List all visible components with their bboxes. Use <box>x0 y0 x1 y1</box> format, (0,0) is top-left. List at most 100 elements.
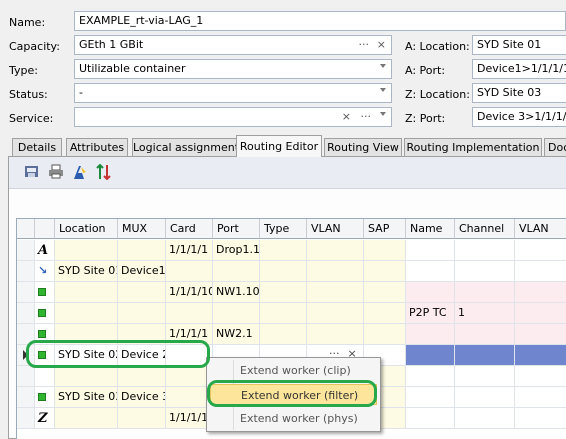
cell-mux[interactable]: Device1 <box>118 261 166 282</box>
cell-channel[interactable] <box>455 282 515 303</box>
tab-logical-assignment[interactable]: Logical assignment <box>132 138 238 156</box>
cell-mux[interactable] <box>118 303 166 324</box>
grid-header-channel[interactable]: Channel <box>455 219 515 239</box>
cell-port[interactable]: Drop1.1 <box>213 240 260 261</box>
cell-location[interactable] <box>55 408 118 429</box>
grid-cell[interactable] <box>364 282 406 303</box>
cell-mux[interactable] <box>118 324 166 345</box>
menu-item-extend-worker-filter[interactable]: Extend worker (filter) <box>210 384 377 405</box>
grid-cell[interactable] <box>364 324 406 345</box>
cell-channel[interactable] <box>455 240 515 261</box>
cell-port[interactable] <box>213 303 260 324</box>
sort-icon[interactable] <box>95 163 112 181</box>
service-field[interactable]: × ··· <box>74 107 392 127</box>
type-select[interactable]: Utilizable container <box>74 59 392 79</box>
grid-cell[interactable] <box>260 240 307 261</box>
tab-routing-editor[interactable]: Routing Editor <box>236 135 322 157</box>
grid-cell[interactable] <box>515 261 566 282</box>
save-icon[interactable] <box>23 164 40 181</box>
cell-channel[interactable] <box>455 408 515 429</box>
cell-port[interactable]: NW2.1 <box>213 324 260 345</box>
cell-location[interactable] <box>55 366 118 387</box>
cell-card[interactable] <box>166 303 213 324</box>
cell-port[interactable]: NW1.10 <box>213 282 260 303</box>
menu-item-extend-worker-phys[interactable]: Extend worker (phys) <box>210 408 377 429</box>
grid-header-vlan[interactable]: VLAN <box>307 219 364 239</box>
grid-cell[interactable] <box>364 240 406 261</box>
grid-header-name[interactable]: Name <box>406 219 455 239</box>
grid-cell[interactable] <box>307 282 364 303</box>
cell-card[interactable]: 1/1/1/1 <box>166 324 213 345</box>
grid-cell[interactable] <box>307 261 364 282</box>
cell-mux[interactable] <box>118 366 166 387</box>
grid-header-vlan-2[interactable]: VLAN <box>515 219 566 239</box>
cell-card[interactable]: 1/1/1/10 <box>166 282 213 303</box>
grid-header-location[interactable]: Location <box>55 219 118 239</box>
cell-mux[interactable] <box>118 408 166 429</box>
grid-cell[interactable] <box>515 345 566 366</box>
z-port-field[interactable]: Device 3>1/1/1/1# <box>472 107 566 127</box>
cell-channel[interactable] <box>455 261 515 282</box>
chevron-down-icon[interactable] <box>380 112 386 116</box>
tab-details[interactable]: Details <box>12 138 62 156</box>
cell-name[interactable] <box>406 261 455 282</box>
cell-location[interactable]: SYD Site 01 <box>55 261 118 282</box>
tab-routing-implementation[interactable]: Routing Implementation <box>404 138 542 156</box>
name-field[interactable]: EXAMPLE_rt-via-LAG_1 <box>74 11 566 31</box>
service-clear-icon[interactable]: × <box>342 110 351 123</box>
grid-cell[interactable] <box>260 261 307 282</box>
cell-channel[interactable] <box>455 366 515 387</box>
a-port-field[interactable]: Device1>1/1/1/1# <box>472 59 566 79</box>
status-select[interactable]: - <box>74 83 392 103</box>
cell-location[interactable] <box>55 303 118 324</box>
chevron-down-icon[interactable] <box>380 88 386 92</box>
grid-cell[interactable] <box>515 324 566 345</box>
cell-mux[interactable]: Device 3 <box>118 387 166 408</box>
tab-documents[interactable]: Documents <box>544 138 566 156</box>
grid-cell[interactable] <box>515 366 566 387</box>
grid-cell[interactable] <box>307 303 364 324</box>
cell-name[interactable] <box>406 282 455 303</box>
print-icon[interactable] <box>47 164 64 181</box>
cell-location[interactable]: SYD Site 03 <box>55 387 118 408</box>
a-location-field[interactable]: SYD Site 01 <box>472 35 566 55</box>
cell-mux[interactable] <box>118 240 166 261</box>
cell-name[interactable] <box>406 366 455 387</box>
cell-name[interactable] <box>406 324 455 345</box>
cell-card[interactable]: 1/1/1/1 <box>166 240 213 261</box>
grid-cell[interactable] <box>515 408 566 429</box>
tab-attributes[interactable]: Attributes <box>66 138 128 156</box>
grid-header-mux[interactable]: MUX <box>118 219 166 239</box>
grid-cell[interactable] <box>260 324 307 345</box>
cell-name[interactable] <box>406 408 455 429</box>
grid-cell[interactable] <box>364 261 406 282</box>
cell-location[interactable] <box>55 324 118 345</box>
grid-cell[interactable] <box>307 240 364 261</box>
cell-name[interactable] <box>406 345 455 366</box>
cell-name[interactable] <box>406 240 455 261</box>
capacity-clear-icon[interactable]: × <box>377 38 386 51</box>
cell-channel[interactable]: 1 <box>455 303 515 324</box>
cell-channel[interactable] <box>455 324 515 345</box>
cell-location[interactable]: SYD Site 02 <box>55 345 118 366</box>
grid-header-type[interactable]: Type <box>260 219 307 239</box>
grid-cell[interactable] <box>307 324 364 345</box>
cell-location[interactable] <box>55 240 118 261</box>
grid-cell[interactable] <box>515 387 566 408</box>
grid-cell[interactable] <box>515 282 566 303</box>
grid-cell[interactable] <box>515 303 566 324</box>
cell-port[interactable] <box>213 261 260 282</box>
cell-channel[interactable] <box>455 345 515 366</box>
grid-cell[interactable] <box>515 240 566 261</box>
run-icon[interactable] <box>71 164 88 181</box>
cell-card[interactable] <box>166 261 213 282</box>
grid-cell[interactable] <box>364 303 406 324</box>
capacity-more-button[interactable]: ··· <box>359 38 370 51</box>
cell-mux[interactable] <box>118 282 166 303</box>
cell-name[interactable] <box>406 387 455 408</box>
grid-header-port[interactable]: Port <box>213 219 260 239</box>
grid-header-sap[interactable]: SAP <box>364 219 406 239</box>
z-location-field[interactable]: SYD Site 03 <box>472 83 566 103</box>
grid-cell[interactable] <box>260 303 307 324</box>
cell-location[interactable] <box>55 282 118 303</box>
